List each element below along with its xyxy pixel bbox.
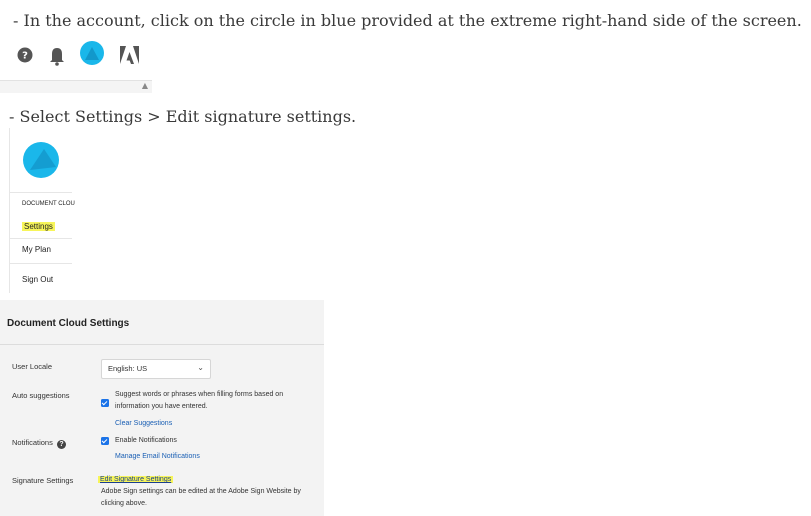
scroll-up-arrow-icon[interactable]: ▲ [140,81,150,91]
enable-notifications-text: Enable Notifications [115,437,177,444]
notifications-label: Notifications ? [12,438,66,449]
settings-divider [0,344,324,345]
avatar-circle-icon[interactable] [80,41,104,65]
manage-email-notifications-link[interactable]: Manage Email Notifications [115,453,200,460]
scrollbar-track[interactable] [0,80,152,93]
menu-border [9,128,10,293]
user-locale-value: English: US [108,364,148,373]
auto-suggestions-text: Suggest words or phrases when filling fo… [115,391,284,410]
instruction-step-2: - Select Settings > Edit signature setti… [9,107,357,126]
settings-panel: Document Cloud Settings User Locale Auto… [0,300,324,516]
menu-item-settings[interactable]: Settings [22,222,55,231]
settings-title: Document Cloud Settings [7,318,130,329]
help-icon[interactable]: ? [56,440,66,449]
auto-suggestions-checkbox[interactable] [101,399,109,407]
menu-item-my-plan[interactable]: My Plan [22,245,51,254]
svg-text:?: ? [22,51,28,62]
chevron-down-icon: ⌄ [197,363,204,372]
menu-divider [9,263,72,264]
signature-settings-text: Adobe Sign settings can be edited at the… [101,488,301,507]
clear-suggestions-link[interactable]: Clear Suggestions [115,420,172,427]
adobe-logo-icon[interactable] [120,46,139,64]
menu-divider [9,192,72,193]
auto-suggestions-label: Auto suggestions [12,391,70,400]
signature-settings-label: Signature Settings [12,476,74,485]
instruction-step-1: - In the account, click on the circle in… [13,11,802,30]
account-menu: DOCUMENT CLOU Settings My Plan Sign Out [0,128,75,293]
menu-section-label: DOCUMENT CLOU [22,201,75,207]
edit-signature-settings-link[interactable]: Edit Signature Settings [98,476,174,483]
user-locale-select[interactable]: English: US ⌄ [101,359,211,379]
user-locale-label: User Locale [12,362,53,371]
bell-icon[interactable] [50,48,64,66]
menu-divider [9,238,72,239]
help-icon[interactable]: ? [17,47,33,63]
header-icon-strip: ? ▲ [0,36,152,93]
avatar-circle-icon [23,142,59,178]
enable-notifications-checkbox[interactable] [101,437,109,445]
menu-item-sign-out[interactable]: Sign Out [22,275,53,284]
